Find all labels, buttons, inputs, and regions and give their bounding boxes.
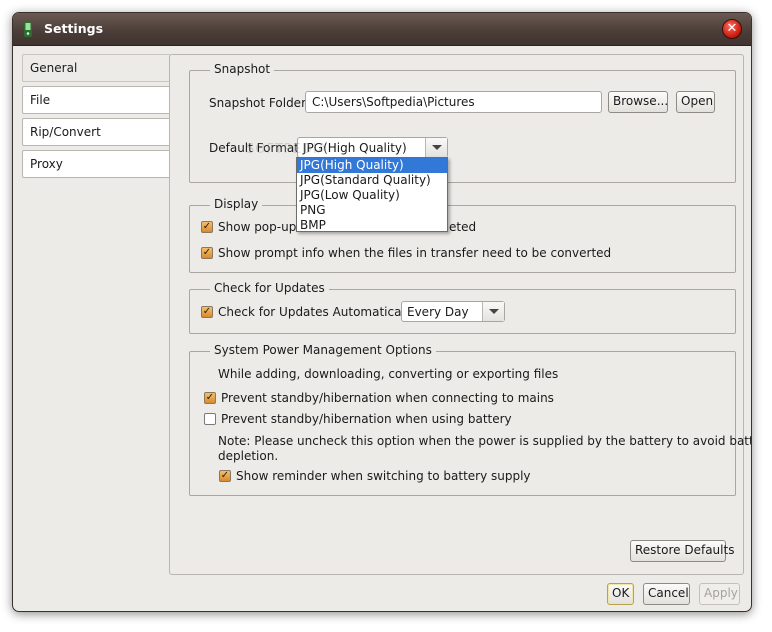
update-frequency-value: Every Day (407, 305, 469, 319)
battery-checkbox[interactable] (204, 413, 216, 425)
battery-note-line2: depletion. (218, 449, 279, 463)
nav-item-label: Rip/Convert (30, 125, 101, 139)
prompt-checkbox[interactable]: ✓ (201, 247, 213, 259)
ok-button[interactable]: OK (607, 583, 634, 605)
chevron-down-icon[interactable] (425, 138, 447, 157)
close-button[interactable]: ✕ (722, 19, 742, 39)
format-dropdown-list: JPG(High Quality) JPG(Standard Quality) … (296, 157, 448, 232)
settings-window: Settings ✕ General File Rip/Convert Prox… (12, 12, 752, 612)
reminder-checkbox[interactable]: ✓ (219, 470, 231, 482)
nav-item-label: General (30, 61, 78, 75)
format-option[interactable]: PNG (297, 203, 447, 218)
snapshot-group: Snapshot Snapshot Folder: C:\Users\Softp… (189, 62, 736, 183)
popup-label-end: eted (449, 220, 477, 234)
display-group: Display ✓ Show pop-up n eted ✓ Show prom… (189, 197, 736, 273)
auto-update-label: Check for Updates Automatically: (218, 305, 419, 319)
app-icon (24, 21, 32, 37)
power-group-title: System Power Management Options (210, 343, 436, 357)
mains-checkbox[interactable]: ✓ (204, 392, 216, 404)
updates-group-title: Check for Updates (210, 281, 329, 295)
nav-item-proxy[interactable]: Proxy (22, 150, 170, 178)
power-intro-text: While adding, downloading, converting or… (218, 367, 559, 381)
power-group: System Power Management Options While ad… (189, 343, 751, 496)
nav-item-file[interactable]: File (22, 86, 170, 114)
apply-button[interactable]: Apply (699, 583, 740, 605)
mains-label: Prevent standby/hibernation when connect… (221, 391, 554, 405)
display-group-title: Display (210, 197, 263, 211)
nav-item-rip-convert[interactable]: Rip/Convert (22, 118, 170, 146)
snapshot-folder-label: Snapshot Folder: (209, 96, 310, 110)
open-button[interactable]: Open (676, 91, 715, 113)
window-title: Settings (44, 21, 104, 36)
format-option[interactable]: JPG(Standard Quality) (297, 173, 447, 188)
close-icon: ✕ (726, 21, 738, 36)
snapshot-group-title: Snapshot (210, 62, 275, 76)
nav-item-general[interactable]: General (22, 54, 170, 82)
restore-defaults-button[interactable]: Restore Defaults (630, 540, 734, 562)
prompt-label: Show prompt info when the files in trans… (218, 246, 612, 260)
cancel-button[interactable]: Cancel (643, 583, 690, 605)
format-option[interactable]: JPG(High Quality) (297, 158, 447, 173)
auto-update-checkbox[interactable]: ✓ (201, 306, 213, 318)
chevron-down-icon[interactable] (482, 302, 504, 321)
popup-checkbox[interactable]: ✓ (201, 221, 213, 233)
reminder-label: Show reminder when switching to battery … (236, 469, 531, 483)
watermark-text: SOFTPEDIA (246, 142, 328, 157)
battery-label: Prevent standby/hibernation when using b… (221, 412, 512, 426)
update-frequency-select[interactable]: Every Day (401, 301, 505, 322)
popup-label: Show pop-up n (218, 220, 308, 234)
title-bar[interactable]: Settings ✕ (13, 13, 751, 46)
format-option[interactable]: JPG(Low Quality) (297, 188, 447, 203)
general-panel: Snapshot Snapshot Folder: C:\Users\Softp… (169, 54, 751, 575)
battery-note-line1: Note: Please uncheck this option when th… (218, 434, 752, 448)
nav-item-label: Proxy (30, 157, 63, 171)
browse-button[interactable]: Browse... (608, 91, 668, 113)
snapshot-folder-field[interactable]: C:\Users\Softpedia\Pictures (305, 91, 602, 113)
format-option[interactable]: BMP (297, 218, 447, 233)
settings-nav: General File Rip/Convert Proxy (22, 54, 170, 182)
nav-item-label: File (30, 93, 51, 107)
updates-group: Check for Updates ✓ Check for Updates Au… (189, 281, 736, 334)
